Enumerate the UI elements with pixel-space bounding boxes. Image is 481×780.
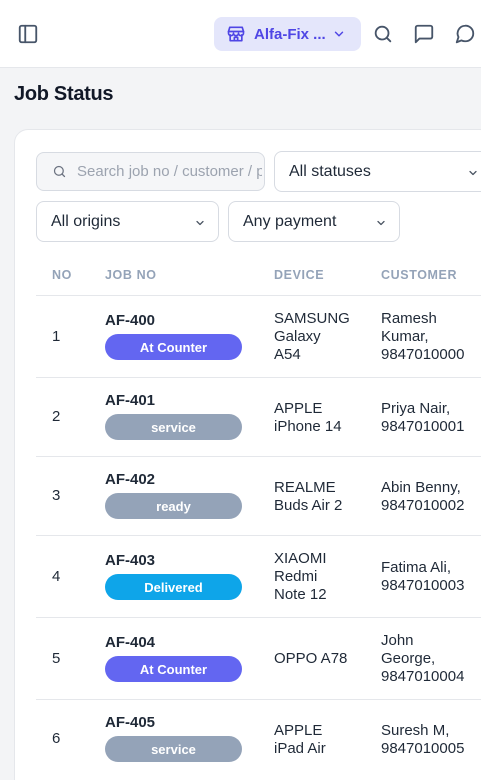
payment-filter[interactable]: Any payment (228, 201, 400, 242)
messages-button[interactable] (411, 21, 437, 47)
customer-line: George, (381, 650, 436, 667)
table-header: NO JOB NO DEVICE CUSTOMER (36, 256, 481, 296)
status-badge: service (105, 736, 242, 762)
customer-line: 9847010003 (381, 577, 465, 594)
column-header-device[interactable]: DEVICE (274, 268, 324, 282)
device-line: APPLE (274, 722, 323, 739)
job-number[interactable]: AF-402 (105, 471, 155, 489)
origin-filter-value: All origins (51, 212, 121, 230)
customer-line: Priya Nair, (381, 400, 451, 417)
customer-cell: Priya Nair, 9847010001 (381, 400, 481, 436)
row-number: 1 (52, 328, 61, 345)
device-line: Note 12 (274, 586, 327, 603)
customer-line: Fatima Ali, (381, 559, 452, 576)
device-line: Buds Air 2 (274, 497, 343, 514)
customer-line: 9847010004 (381, 668, 465, 685)
device-cell: APPLE iPhone 14 (274, 400, 374, 436)
device-cell: OPPO A78 (274, 650, 374, 668)
table-row[interactable]: 4 AF-403 Delivered XIAOMI Redmi Note 12 … (36, 536, 481, 618)
status-badge: Delivered (105, 574, 242, 600)
customer-line: 9847010002 (381, 497, 465, 514)
row-number: 3 (52, 487, 61, 504)
chevron-down-icon (334, 31, 343, 37)
page-title: Job Status (14, 83, 114, 105)
customer-cell: Ramesh Kumar, 9847010000 (381, 310, 481, 364)
customer-line: Kumar, (381, 328, 429, 345)
chat-button[interactable] (452, 21, 478, 47)
sidebar-toggle-icon (18, 24, 38, 44)
table-row[interactable]: 6 AF-405 service APPLE iPad Air Suresh M… (36, 700, 481, 780)
device-line: OPPO A78 (274, 650, 348, 667)
customer-cell: John George, 9847010004 (381, 632, 481, 686)
table-row[interactable]: 3 AF-402 ready REALME Buds Air 2 Abin Be… (36, 457, 481, 536)
store-name: Alfa-Fix ... (254, 25, 326, 43)
origin-filter[interactable]: All origins (36, 201, 219, 242)
customer-cell: Suresh M, 9847010005 (381, 722, 481, 758)
customer-line: 9847010000 (381, 346, 465, 363)
row-number: 2 (52, 408, 61, 425)
row-number: 6 (52, 730, 61, 747)
device-line: iPhone 14 (274, 418, 342, 435)
device-line: APPLE (274, 400, 323, 417)
status-badge: At Counter (105, 334, 242, 360)
search-box[interactable] (36, 152, 265, 191)
message-square-icon (414, 24, 434, 44)
device-line: A54 (274, 346, 301, 363)
job-number[interactable]: AF-400 (105, 312, 155, 330)
device-cell: XIAOMI Redmi Note 12 (274, 550, 374, 604)
row-number: 4 (52, 568, 61, 585)
top-bar: Alfa-Fix ... (0, 0, 481, 68)
store-switcher[interactable]: Alfa-Fix ... (214, 17, 361, 51)
device-line: Redmi (274, 568, 318, 585)
status-filter-value: All statuses (289, 162, 371, 180)
column-header-no[interactable]: NO (52, 268, 72, 282)
sidebar-toggle-button[interactable] (15, 21, 41, 47)
customer-line: Ramesh (381, 310, 437, 327)
search-button[interactable] (370, 21, 396, 47)
payment-filter-value: Any payment (243, 212, 337, 230)
customer-cell: Abin Benny, 9847010002 (381, 479, 481, 515)
device-line: SAMSUNG (274, 310, 350, 327)
search-input[interactable] (77, 163, 262, 180)
customer-line: Abin Benny, (381, 479, 461, 496)
status-filter[interactable]: All statuses (274, 151, 481, 192)
device-cell: SAMSUNG Galaxy A54 (274, 310, 374, 364)
table-row[interactable]: 5 AF-404 At Counter OPPO A78 John George… (36, 618, 481, 700)
message-circle-icon (455, 24, 475, 44)
device-line: XIAOMI (274, 550, 327, 567)
device-line: REALME (274, 479, 336, 496)
table-row[interactable]: 2 AF-401 service APPLE iPhone 14 Priya N… (36, 378, 481, 457)
column-header-job-no[interactable]: JOB NO (105, 268, 157, 282)
status-badge: ready (105, 493, 242, 519)
customer-line: 9847010005 (381, 740, 465, 757)
device-line: iPad Air (274, 740, 326, 757)
search-icon (374, 25, 392, 43)
job-number[interactable]: AF-403 (105, 552, 155, 570)
customer-line: Suresh M, (381, 722, 450, 739)
chevron-down-icon (196, 220, 204, 226)
customer-line: John (381, 632, 414, 649)
device-cell: REALME Buds Air 2 (274, 479, 374, 515)
status-badge: service (105, 414, 242, 440)
job-number[interactable]: AF-404 (105, 634, 155, 652)
job-number[interactable]: AF-405 (105, 714, 155, 732)
search-icon (53, 165, 66, 178)
device-cell: APPLE iPad Air (274, 722, 374, 758)
row-number: 5 (52, 650, 61, 667)
device-line: Galaxy (274, 328, 321, 345)
customer-line: 9847010001 (381, 418, 465, 435)
customer-cell: Fatima Ali, 9847010003 (381, 559, 481, 595)
job-number[interactable]: AF-401 (105, 392, 155, 410)
column-header-customer[interactable]: CUSTOMER (381, 268, 457, 282)
chevron-down-icon (469, 170, 477, 176)
table-row[interactable]: 1 AF-400 At Counter SAMSUNG Galaxy A54 R… (36, 296, 481, 378)
status-badge: At Counter (105, 656, 242, 682)
job-status-card: All statuses All origins Any payment NO … (14, 129, 481, 780)
store-icon (227, 26, 245, 42)
chevron-down-icon (377, 220, 385, 226)
